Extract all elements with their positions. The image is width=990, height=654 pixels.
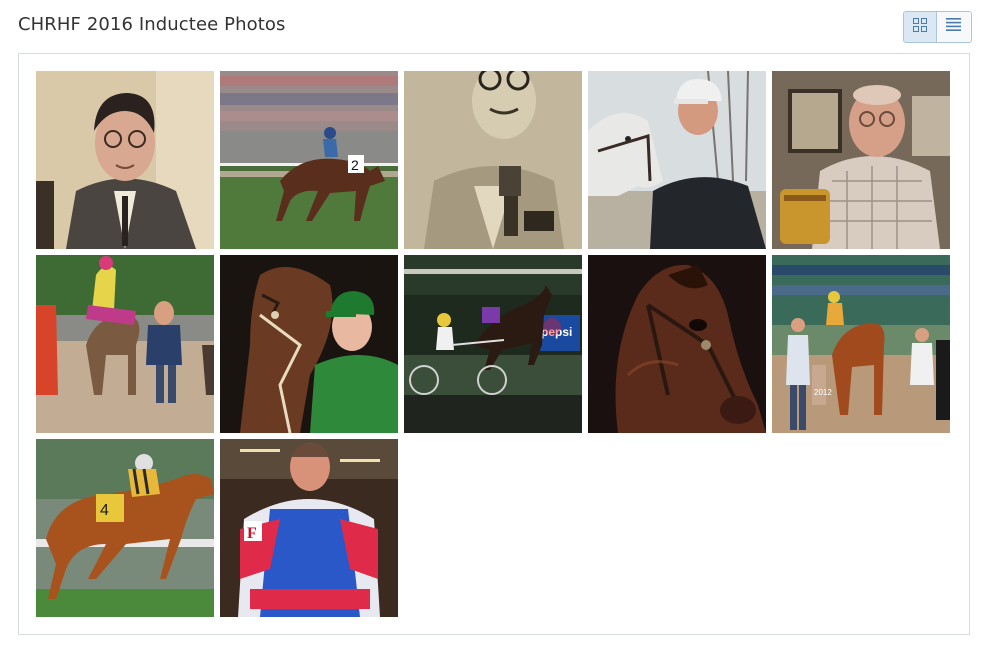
photo-thumbnail[interactable]: 2012 [772,255,950,433]
photo-thumbnail[interactable] [588,71,766,249]
svg-text:2012: 2012 [814,388,832,397]
grid-view-icon [913,17,927,37]
svg-text:F: F [247,525,257,542]
photo-gallery: 2 pepsi 2012 4 F [18,53,970,635]
photo-thumbnail[interactable] [36,255,214,433]
grid-view-button[interactable] [904,12,937,42]
photo-thumbnail[interactable] [772,71,950,249]
svg-text:2: 2 [351,157,359,173]
svg-text:4: 4 [100,502,109,519]
list-view-icon [946,18,961,36]
photo-thumbnail[interactable]: 4 [36,439,214,617]
page-title: CHRHF 2016 Inductee Photos [18,14,286,35]
photo-thumbnail[interactable]: 2 [220,71,398,249]
photo-thumbnail[interactable] [404,71,582,249]
view-toggle [903,11,972,43]
list-view-button[interactable] [937,12,970,42]
photo-thumbnail[interactable] [36,71,214,249]
photo-thumbnail[interactable]: pepsi [404,255,582,433]
photo-thumbnail[interactable]: F [220,439,398,617]
photo-thumbnail[interactable] [588,255,766,433]
photo-thumbnail[interactable] [220,255,398,433]
photo-grid: 2 pepsi 2012 4 F [36,71,950,617]
